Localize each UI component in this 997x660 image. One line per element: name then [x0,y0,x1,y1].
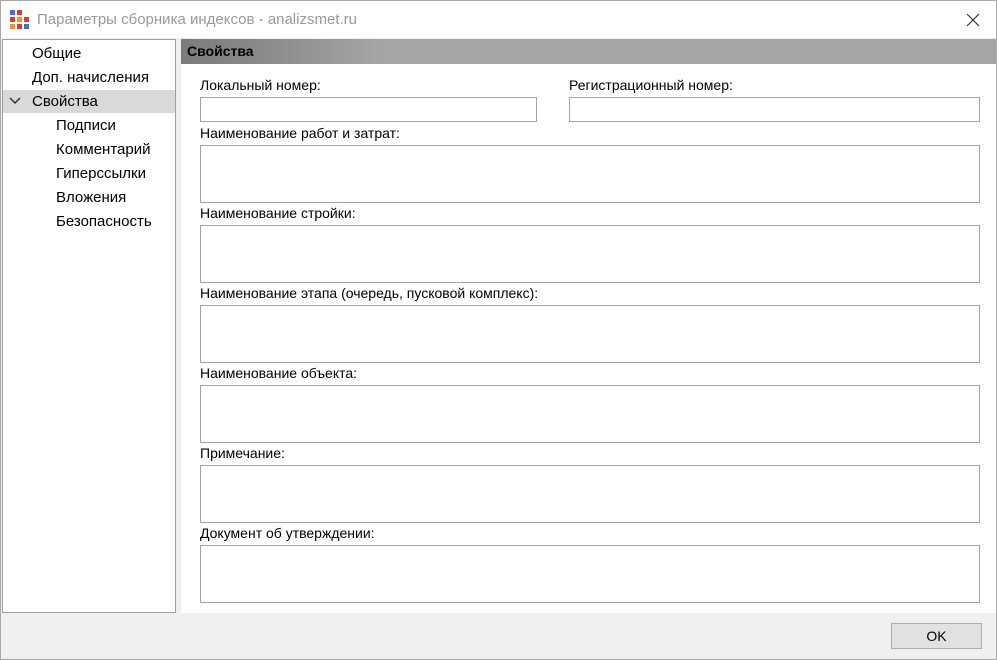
window-title: Параметры сборника индексов - analizsmet… [37,11,357,28]
local-number-input[interactable] [200,97,537,122]
grid-blocks-icon [10,10,30,30]
chevron-down-icon[interactable] [8,90,22,113]
object-name-label: Наименование объекта: [200,365,358,381]
navigation-tree: Общие Доп. начисления Свойства Подписи К… [2,39,176,613]
tree-item-extra-charges[interactable]: Доп. начисления [3,66,175,89]
tree-item-label: Доп. начисления [32,69,149,86]
tree-item-label: Общие [32,45,82,62]
section-header: Свойства [181,39,996,64]
ok-button[interactable]: OK [891,623,982,649]
note-label: Примечание: [200,445,285,461]
tree-item-comment[interactable]: Комментарий [3,138,175,161]
construction-name-textarea[interactable] [200,225,980,283]
tree-item-signatures[interactable]: Подписи [3,114,175,137]
tree-item-hyperlinks[interactable]: Гиперссылки [3,162,175,185]
registration-number-input[interactable] [569,97,980,122]
close-icon [966,13,980,27]
properties-panel: Свойства Локальный номер: Регистрационны… [181,39,996,613]
tree-item-attachments[interactable]: Вложения [3,186,175,209]
work-name-label: Наименование работ и затрат: [200,125,400,141]
approval-document-label: Документ об утверждении: [200,525,375,541]
tree-item-security[interactable]: Безопасность [3,210,175,233]
tree-item-label: Комментарий [56,141,151,158]
construction-name-label: Наименование стройки: [200,205,356,221]
approval-document-textarea[interactable] [200,545,980,603]
stage-name-label: Наименование этапа (очередь, пусковой ко… [200,285,539,301]
registration-number-label: Регистрационный номер: [569,77,733,93]
tree-item-label: Свойства [32,93,98,110]
close-button[interactable] [950,1,996,38]
dialog-window: Параметры сборника индексов - analizsmet… [0,0,997,660]
tree-item-general[interactable]: Общие [3,42,175,65]
title-bar: Параметры сборника индексов - analizsmet… [1,1,996,38]
object-name-textarea[interactable] [200,385,980,443]
work-name-textarea[interactable] [200,145,980,203]
stage-name-textarea[interactable] [200,305,980,363]
tree-item-label: Вложения [56,189,127,206]
local-number-label: Локальный номер: [200,77,321,93]
section-title: Свойства [187,43,254,59]
note-textarea[interactable] [200,465,980,523]
tree-item-label: Безопасность [56,213,152,230]
tree-item-label: Подписи [56,117,116,134]
tree-item-properties[interactable]: Свойства [3,90,175,113]
tree-item-label: Гиперссылки [56,165,146,182]
